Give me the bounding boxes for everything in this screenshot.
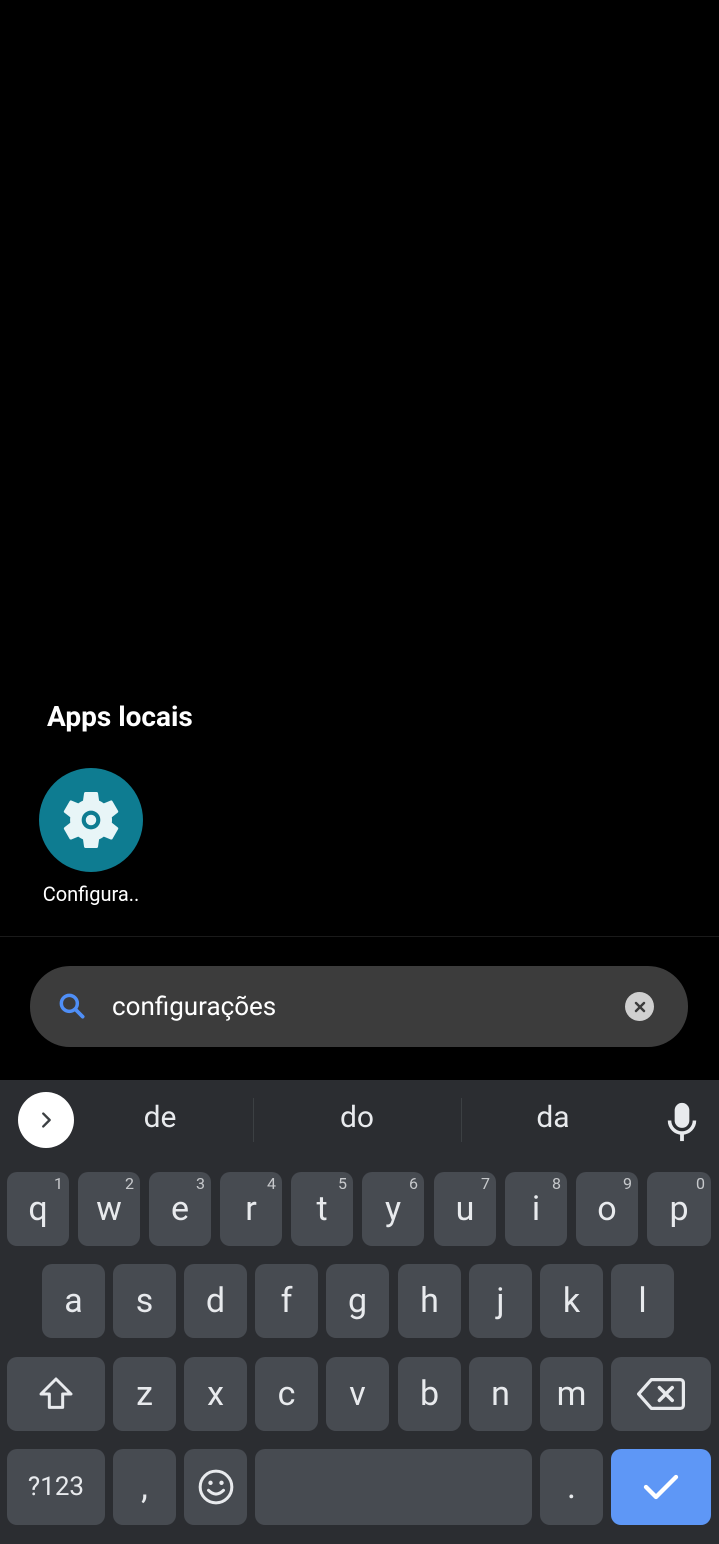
- shift-key[interactable]: [7, 1357, 105, 1431]
- suggestion-2[interactable]: do: [302, 1100, 412, 1135]
- check-icon: [643, 1474, 679, 1500]
- app-settings[interactable]: Configura..: [28, 768, 154, 906]
- key-m[interactable]: m: [540, 1357, 603, 1431]
- settings-gear-icon: [39, 768, 143, 872]
- key-z[interactable]: z: [113, 1357, 176, 1431]
- keyboard: de do da q1 w2 e3 r4 t5 y6 u7 i8 o9 p0 a…: [0, 1080, 719, 1544]
- key-v[interactable]: v: [326, 1357, 389, 1431]
- key-area: q1 w2 e3 r4 t5 y6 u7 i8 o9 p0 a s d f g …: [0, 1160, 719, 1544]
- key-p[interactable]: p0: [647, 1172, 711, 1246]
- key-j[interactable]: j: [469, 1264, 532, 1338]
- key-t[interactable]: t5: [291, 1172, 353, 1246]
- key-u[interactable]: u7: [434, 1172, 496, 1246]
- key-c[interactable]: c: [255, 1357, 318, 1431]
- suggestion-bar: de do da: [0, 1080, 719, 1160]
- key-f[interactable]: f: [255, 1264, 318, 1338]
- key-b[interactable]: b: [398, 1357, 461, 1431]
- divider: [0, 936, 719, 937]
- key-o[interactable]: o9: [576, 1172, 638, 1246]
- key-i[interactable]: i8: [505, 1172, 567, 1246]
- key-x[interactable]: x: [184, 1357, 247, 1431]
- search-bar[interactable]: [30, 966, 688, 1047]
- search-input[interactable]: [110, 986, 614, 1028]
- key-k[interactable]: k: [540, 1264, 603, 1338]
- key-l[interactable]: l: [611, 1264, 674, 1338]
- microphone-icon[interactable]: [664, 1100, 700, 1144]
- key-r[interactable]: r4: [220, 1172, 282, 1246]
- backspace-key[interactable]: [611, 1357, 711, 1431]
- clear-icon[interactable]: [625, 992, 654, 1021]
- period-key[interactable]: .: [540, 1449, 603, 1525]
- key-h[interactable]: h: [398, 1264, 461, 1338]
- key-q[interactable]: q1: [7, 1172, 69, 1246]
- key-n[interactable]: n: [469, 1357, 532, 1431]
- search-icon: [59, 993, 85, 1019]
- key-w[interactable]: w2: [78, 1172, 140, 1246]
- emoji-key[interactable]: [184, 1449, 247, 1525]
- expand-toolbar-button[interactable]: [18, 1092, 74, 1148]
- suggestion-divider: [461, 1098, 462, 1142]
- shift-icon: [39, 1377, 73, 1409]
- backspace-icon: [637, 1378, 685, 1410]
- section-title: Apps locais: [47, 700, 193, 733]
- emoji-icon: [198, 1469, 233, 1505]
- suggestion-divider: [253, 1098, 254, 1142]
- key-y[interactable]: y6: [362, 1172, 424, 1246]
- key-e[interactable]: e3: [149, 1172, 211, 1246]
- comma-key[interactable]: ,: [113, 1449, 176, 1525]
- app-label: Configura..: [42, 882, 140, 906]
- suggestion-1[interactable]: de: [105, 1100, 215, 1135]
- suggestion-3[interactable]: da: [498, 1100, 608, 1135]
- chevron-right-icon: [42, 1112, 51, 1128]
- symbols-key[interactable]: ?123: [7, 1449, 105, 1525]
- done-key[interactable]: [611, 1449, 711, 1525]
- space-key[interactable]: [255, 1449, 532, 1525]
- key-s[interactable]: s: [113, 1264, 176, 1338]
- key-g[interactable]: g: [326, 1264, 389, 1338]
- key-a[interactable]: a: [42, 1264, 105, 1338]
- key-d[interactable]: d: [184, 1264, 247, 1338]
